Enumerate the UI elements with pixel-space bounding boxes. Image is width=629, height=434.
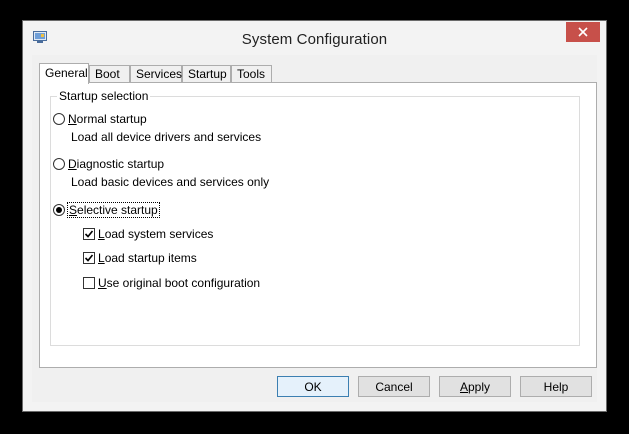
window-title: System Configuration (241, 31, 388, 48)
close-button[interactable] (566, 22, 600, 42)
checkmark-icon (84, 230, 94, 238)
normal-startup-radio[interactable]: Normal startup (53, 111, 147, 127)
tab-startup[interactable]: Startup (182, 65, 231, 83)
use-original-boot-config-checkbox[interactable]: Use original boot configuration (83, 275, 260, 291)
help-button[interactable]: Help (520, 376, 592, 397)
title-bar[interactable]: System Configuration (23, 21, 606, 55)
checkbox-box[interactable] (83, 228, 95, 240)
selective-startup-radio[interactable]: Selective startup (53, 202, 160, 218)
ok-button[interactable]: OK (277, 376, 349, 397)
diagnostic-startup-description: Load basic devices and services only (71, 175, 270, 189)
startup-selection-group: Startup selection Normal startup Load al… (50, 89, 580, 346)
checkbox-box[interactable] (83, 252, 95, 264)
tab-tools[interactable]: Tools (231, 65, 272, 83)
close-icon (578, 27, 588, 37)
use-original-boot-config-label[interactable]: Use original boot configuration (98, 276, 260, 290)
load-system-services-checkbox[interactable]: Load system services (83, 226, 213, 242)
selective-startup-label[interactable]: Selective startup (67, 202, 160, 218)
checkmark-icon (84, 254, 94, 262)
diagnostic-startup-radio[interactable]: Diagnostic startup (53, 156, 164, 172)
system-configuration-window: System Configuration General Boot Servic… (22, 20, 607, 412)
tab-services[interactable]: Services (130, 65, 182, 83)
diagnostic-startup-label[interactable]: Diagnostic startup (68, 157, 164, 171)
radio-indicator[interactable] (53, 158, 65, 170)
load-startup-items-label[interactable]: Load startup items (98, 251, 197, 265)
normal-startup-label[interactable]: Normal startup (68, 112, 147, 126)
tab-general[interactable]: General (39, 63, 89, 84)
cancel-button[interactable]: Cancel (358, 376, 430, 397)
normal-startup-description: Load all device drivers and services (71, 130, 262, 144)
load-startup-items-checkbox[interactable]: Load startup items (83, 250, 197, 266)
apply-button[interactable]: Apply (439, 376, 511, 397)
checkbox-box[interactable] (83, 277, 95, 289)
load-system-services-label[interactable]: Load system services (98, 227, 213, 241)
general-tab-panel: Startup selection Normal startup Load al… (39, 82, 597, 368)
dialog-client-area: General Boot Services Startup Tools Star… (32, 55, 597, 402)
radio-indicator[interactable] (53, 113, 65, 125)
tab-boot[interactable]: Boot (89, 65, 130, 83)
startup-selection-label: Startup selection (57, 89, 151, 103)
radio-indicator-selected[interactable] (53, 204, 65, 216)
